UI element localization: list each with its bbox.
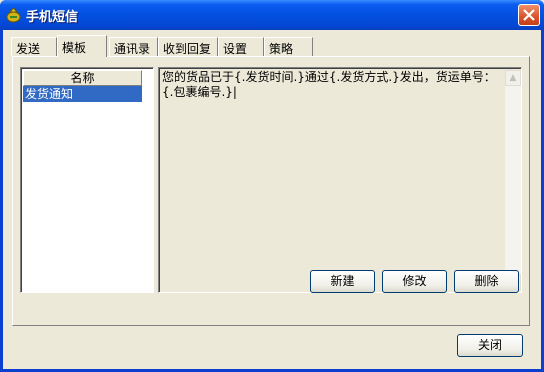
tab-strategy[interactable]: 策略 (264, 37, 313, 56)
new-template-button[interactable]: 新建 (310, 270, 375, 293)
tab-label: 设置 (223, 42, 248, 56)
window-client-area: 发送 模板 通讯录 收到回复 设置 策略 名称 发货通知 您的货品已于{.发货时… (3, 30, 541, 369)
window-close-button[interactable] (518, 4, 540, 26)
button-label: 修改 (402, 274, 427, 288)
tab-label: 策略 (269, 42, 294, 56)
close-icon (523, 9, 535, 21)
template-content-text[interactable]: 您的货品已于{.发货时间.}通过{.发货方式.}发出，货运单号：{.包裹编号.}… (162, 70, 500, 100)
tab-templates[interactable]: 模板 (57, 35, 107, 57)
list-item[interactable]: 发货通知 (23, 86, 142, 102)
tab-label: 模板 (62, 41, 87, 55)
scroll-up-arrow-icon[interactable]: ▲ (505, 70, 521, 86)
title-bar[interactable]: 手机短信 (0, 0, 544, 30)
money-bag-icon (6, 7, 21, 23)
tab-settings[interactable]: 设置 (218, 37, 264, 56)
list-column-header[interactable]: 名称 (23, 70, 142, 86)
tab-label: 发送 (16, 42, 41, 56)
tab-send[interactable]: 发送 (11, 37, 57, 56)
template-list[interactable]: 名称 发货通知 (20, 67, 154, 293)
close-button[interactable]: 关闭 (457, 334, 523, 357)
tab-label: 收到回复 (163, 42, 212, 56)
delete-template-button[interactable]: 删除 (454, 270, 519, 293)
button-label: 新建 (330, 274, 355, 288)
window-title: 手机短信 (26, 10, 79, 25)
editor-vertical-scrollbar[interactable]: ▲ ▼ (505, 70, 521, 290)
sms-window: 手机短信 发送 模板 通讯录 收到回复 设置 策略 名称 发货通知 您的货品已于… (0, 0, 544, 372)
tab-contacts[interactable]: 通讯录 (109, 37, 158, 56)
button-label: 删除 (474, 274, 499, 288)
button-label: 关闭 (477, 338, 502, 352)
tab-label: 通讯录 (114, 42, 151, 56)
edit-template-button[interactable]: 修改 (382, 270, 447, 293)
template-content-editor[interactable]: 您的货品已于{.发货时间.}通过{.发货方式.}发出，货运单号：{.包裹编号.}… (158, 67, 522, 293)
tab-received-replies[interactable]: 收到回复 (158, 37, 218, 56)
